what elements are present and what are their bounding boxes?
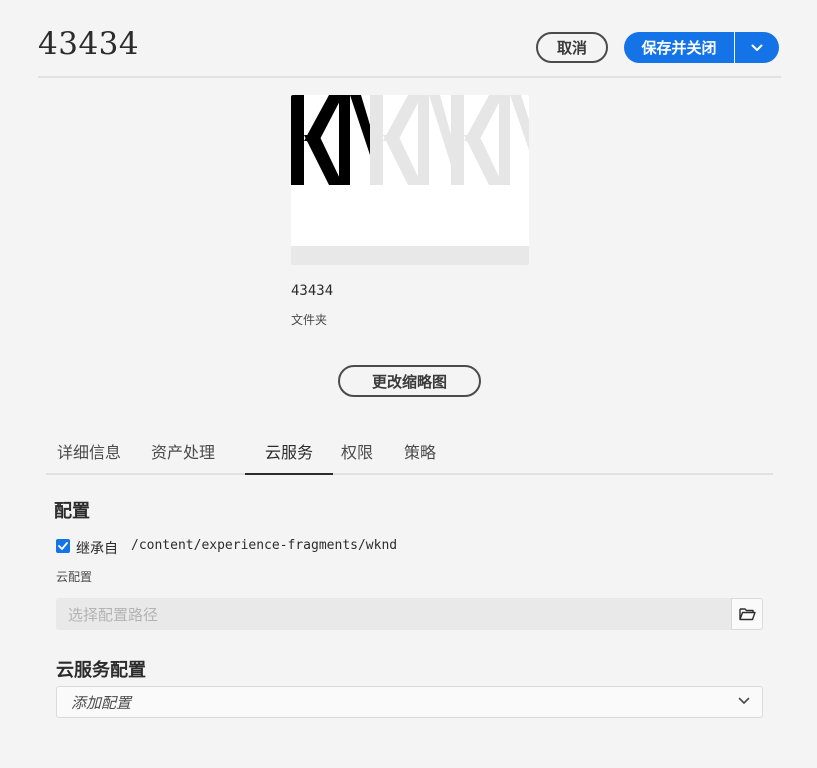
- save-options-button[interactable]: [734, 32, 779, 63]
- config-path-input[interactable]: 选择配置路径: [56, 598, 731, 630]
- inherit-label: 继承自: [76, 541, 118, 557]
- tab-permissions[interactable]: 权限: [333, 428, 381, 473]
- config-section-title: 配置: [54, 501, 90, 522]
- thumbnail-logo-image: [291, 95, 529, 185]
- asset-name: 43434: [291, 283, 334, 299]
- page-title: 43434: [38, 26, 140, 62]
- save-and-close-button[interactable]: 保存并关闭: [624, 32, 734, 63]
- chevron-down-icon: [751, 44, 763, 51]
- cancel-button[interactable]: 取消: [536, 32, 608, 63]
- cloud-services-section-title: 云服务配置: [56, 660, 146, 681]
- add-configuration-select[interactable]: 添加配置: [56, 686, 763, 718]
- asset-type: 文件夹: [291, 313, 328, 327]
- change-thumbnail-button[interactable]: 更改缩略图: [338, 365, 481, 397]
- tab-bar: 详细信息 资产处理 云服务 权限 策略: [46, 428, 773, 475]
- config-path-placeholder: 选择配置路径: [68, 605, 159, 624]
- inherit-checkbox[interactable]: [56, 539, 70, 553]
- browse-path-button[interactable]: [731, 598, 763, 630]
- folder-open-icon: [738, 608, 756, 621]
- checkmark-icon: [58, 542, 68, 550]
- add-configuration-placeholder: 添加配置: [71, 693, 132, 712]
- tab-details[interactable]: 详细信息: [46, 428, 132, 473]
- cloud-config-label: 云配置: [56, 570, 93, 584]
- thumbnail-footer: [291, 246, 529, 265]
- tab-cloud-services[interactable]: 云服务: [245, 428, 333, 475]
- header-divider: [38, 76, 781, 78]
- tab-policies[interactable]: 策略: [396, 428, 444, 473]
- tab-asset-processing[interactable]: 资产处理: [142, 428, 224, 473]
- inherit-path: /content/experience-fragments/wknd: [131, 538, 398, 553]
- chevron-down-icon: [738, 697, 750, 704]
- asset-thumbnail: [291, 95, 529, 265]
